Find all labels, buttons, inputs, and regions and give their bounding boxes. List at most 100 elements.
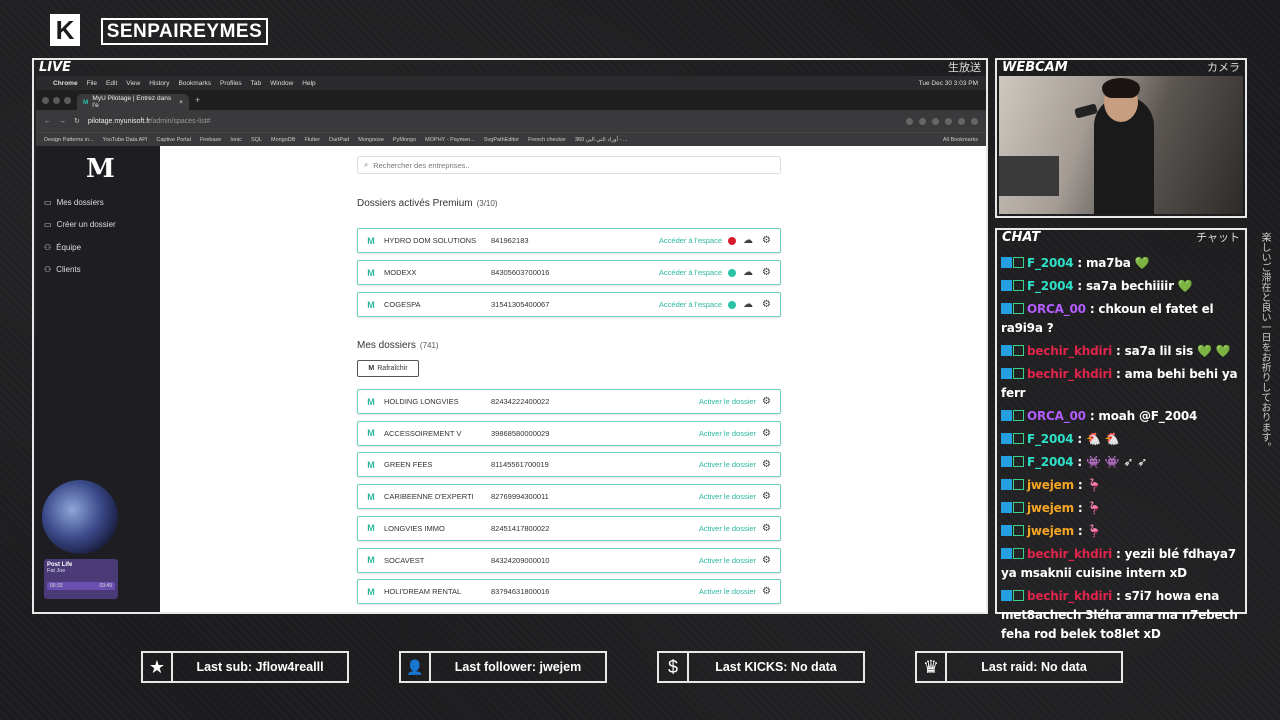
sidebar-item-clients[interactable]: ⚇ Clients — [44, 265, 81, 274]
cloud-upload-icon[interactable]: ☁ — [743, 299, 753, 310]
bookmark[interactable]: Ionic — [230, 137, 242, 143]
chat-username[interactable]: F_2004 — [1027, 279, 1074, 293]
activate-dossier-link[interactable]: Activer le dossier — [699, 492, 756, 501]
gear-icon[interactable]: ⚙ — [762, 267, 771, 278]
menu-item[interactable]: Help — [302, 80, 315, 87]
chat-username[interactable]: bechir_khdiri — [1027, 589, 1112, 603]
bookmark[interactable]: SQL — [251, 137, 262, 143]
gear-icon[interactable]: ⚙ — [762, 428, 771, 439]
chat-username[interactable]: ORCA_00 — [1027, 302, 1086, 316]
gear-icon[interactable]: ⚙ — [762, 396, 771, 407]
cloud-upload-icon[interactable]: ☁ — [743, 267, 753, 278]
gear-icon[interactable]: ⚙ — [762, 459, 771, 470]
bookmark[interactable]: MOPHY - Paymen... — [425, 137, 475, 143]
menu-item[interactable]: Profiles — [220, 80, 242, 87]
menu-item[interactable]: View — [126, 80, 140, 87]
search-placeholder: Rechercher des entreprises.. — [373, 160, 470, 170]
cloud-upload-icon[interactable]: ☁ — [743, 235, 753, 246]
back-icon[interactable]: ← — [44, 118, 51, 125]
extension-icon[interactable] — [958, 117, 965, 125]
sidebar-item-mes-dossiers[interactable]: ▭ Mes dossiers — [44, 198, 104, 207]
refresh-button[interactable]: M Rafraîchir — [357, 360, 419, 377]
menu-item[interactable]: Tab — [251, 80, 261, 87]
bookmark[interactable]: Captive Portal — [156, 137, 191, 143]
menu-item[interactable]: Bookmarks — [178, 80, 211, 87]
music-player[interactable]: Post Life Fat Joe 00:33 03:49 — [44, 559, 118, 599]
bookmark[interactable]: PyMongo — [393, 137, 416, 143]
bookmark[interactable]: Firebase — [200, 137, 221, 143]
sidebar-item-equipe[interactable]: ⚇ Équipe — [44, 243, 81, 252]
tab-strip: M MyU Pilotage | Entrez dans l'e × + — [36, 90, 986, 110]
activate-dossier-link[interactable]: Activer le dossier — [699, 524, 756, 533]
webcam-panel: WEBCAM カメラ — [995, 58, 1247, 218]
activate-dossier-link[interactable]: Activer le dossier — [699, 460, 756, 469]
webcam-title: WEBCAM — [1002, 59, 1068, 75]
chat-username[interactable]: jwejem — [1027, 501, 1074, 515]
menu-item[interactable]: File — [87, 80, 97, 87]
gear-icon[interactable]: ⚙ — [762, 523, 771, 534]
chat-username[interactable]: jwejem — [1027, 524, 1074, 538]
company-number: 82434222400022 — [491, 397, 550, 406]
bookmark[interactable]: Design Patterns in... — [44, 137, 94, 143]
extension-icon[interactable] — [932, 117, 939, 125]
activate-dossier-link[interactable]: Activer le dossier — [699, 397, 756, 406]
forward-icon[interactable]: → — [59, 118, 66, 125]
company-name: MODEXX — [384, 268, 417, 277]
gear-icon[interactable]: ⚙ — [762, 235, 771, 246]
chat-username[interactable]: bechir_khdiri — [1027, 367, 1112, 381]
gear-icon[interactable]: ⚙ — [762, 555, 771, 566]
url-field[interactable]: pilotage.myunisoft.fr/admin/spaces-list# — [88, 118, 211, 125]
search-input[interactable]: ⌕ Rechercher des entreprises.. — [357, 156, 781, 174]
chat-username[interactable]: F_2004 — [1027, 432, 1074, 446]
bookmark[interactable]: Flutter — [304, 137, 320, 143]
activate-dossier-link[interactable]: Activer le dossier — [699, 556, 756, 565]
progress-bar[interactable]: 00:33 03:49 — [47, 582, 115, 590]
sidebar-item-label: Créer un dossier — [56, 220, 116, 229]
menu-item[interactable]: Edit — [106, 80, 117, 87]
webcam-jp: カメラ — [1207, 62, 1240, 74]
menu-item[interactable]: Chrome — [53, 80, 78, 87]
favicon-icon: M — [83, 98, 89, 106]
bookmark[interactable]: All Bookmarks — [943, 137, 978, 143]
chat-username[interactable]: F_2004 — [1027, 256, 1074, 270]
extension-icon[interactable] — [945, 117, 952, 125]
sidebar-item-creer-dossier[interactable]: ▭ Créer un dossier — [44, 220, 116, 229]
logo-icon: M — [367, 428, 375, 439]
bookmark[interactable]: French checker — [528, 137, 566, 143]
maximize-dot[interactable] — [64, 96, 71, 104]
chat-message: jwejem : 🦩 — [1001, 476, 1241, 495]
bookmark[interactable]: YouTube Data API — [103, 137, 148, 143]
menu-item[interactable]: History — [149, 80, 169, 87]
gear-icon[interactable]: ⚙ — [762, 586, 771, 597]
chat-username[interactable]: F_2004 — [1027, 455, 1074, 469]
menu-item[interactable]: Window — [270, 80, 293, 87]
browser-tab[interactable]: M MyU Pilotage | Entrez dans l'e × — [77, 94, 189, 110]
profile-icon[interactable] — [971, 117, 978, 125]
extension-icon[interactable] — [919, 117, 926, 125]
bookmark[interactable]: SvgPathEditor — [484, 137, 519, 143]
chat-username[interactable]: bechir_khdiri — [1027, 547, 1112, 561]
bookmark[interactable]: MongoDB — [271, 137, 295, 143]
last-kicks-label: Last KICKS: No data — [715, 660, 837, 674]
kick-badge-icon — [1001, 345, 1012, 356]
gear-icon[interactable]: ⚙ — [762, 299, 771, 310]
close-tab-icon[interactable]: × — [179, 99, 183, 106]
chat-username[interactable]: bechir_khdiri — [1027, 344, 1112, 358]
access-space-link[interactable]: Accéder à l'espace — [659, 300, 722, 309]
chat-message: bechir_khdiri : yezii blé fdhaya7 ya msa… — [1001, 545, 1241, 583]
bookmark[interactable]: DartPad — [329, 137, 349, 143]
reload-icon[interactable]: ↻ — [74, 117, 80, 125]
access-space-link[interactable]: Accéder à l'espace — [659, 236, 722, 245]
chat-username[interactable]: jwejem — [1027, 478, 1074, 492]
bookmark[interactable]: 360 أوراد التي الين - ... — [575, 137, 628, 143]
new-tab-icon[interactable]: + — [195, 95, 200, 105]
activate-dossier-link[interactable]: Activer le dossier — [699, 429, 756, 438]
activate-dossier-link[interactable]: Activer le dossier — [699, 587, 756, 596]
chat-username[interactable]: ORCA_00 — [1027, 409, 1086, 423]
access-space-link[interactable]: Accéder à l'espace — [659, 268, 722, 277]
minimize-dot[interactable] — [53, 96, 60, 104]
close-dot[interactable] — [42, 96, 49, 104]
bookmark[interactable]: Mongoose — [358, 137, 384, 143]
extension-icon[interactable] — [906, 117, 913, 125]
gear-icon[interactable]: ⚙ — [762, 491, 771, 502]
